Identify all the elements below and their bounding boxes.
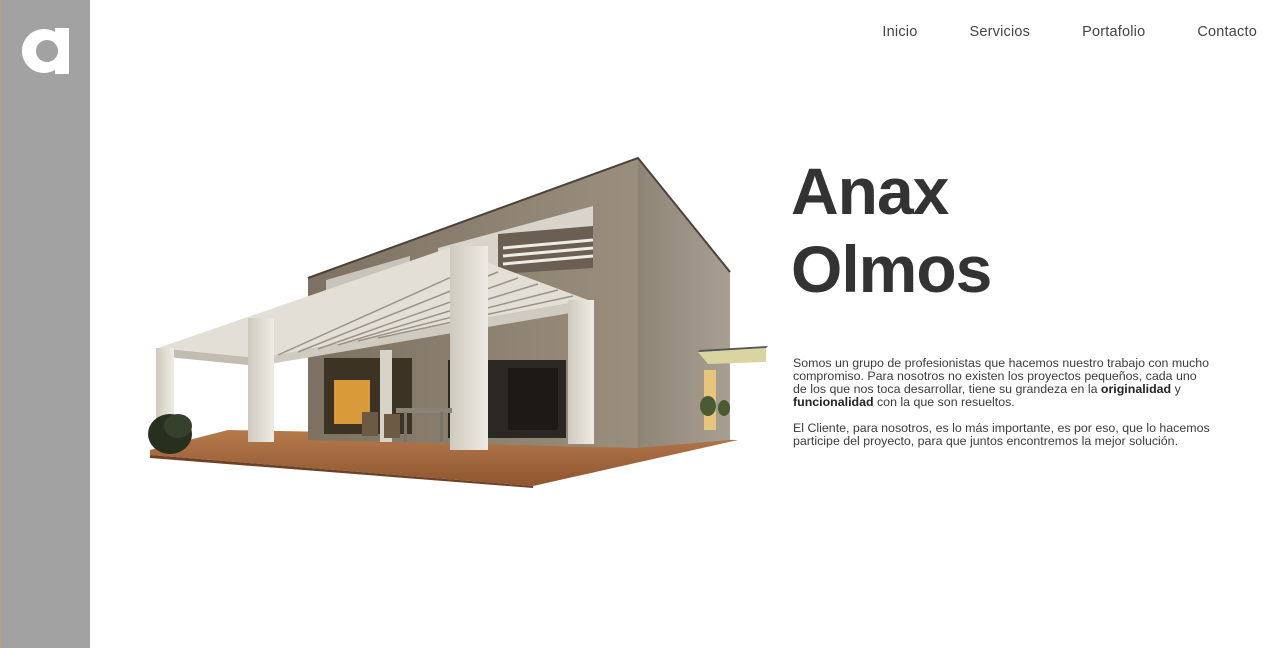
title-line-1: Anax [791,154,949,228]
nav-contacto[interactable]: Contacto [1197,22,1257,42]
intro-text: Somos un grupo de profesionistas que hac… [793,357,1213,461]
nav-portafolio[interactable]: Portafolio [1082,22,1145,42]
nav-servicios[interactable]: Servicios [969,22,1030,42]
page-title: Anax Olmos [791,152,992,308]
intro-p1-bold-funcionalidad: funcionalidad [793,395,874,409]
intro-p1-mid: y [1171,382,1181,396]
intro-p1-bold-originalidad: originalidad [1100,382,1172,396]
intro-p1-end: con la que son resueltos. [873,395,1015,409]
main-nav: Inicio Servicios Portafolio Contacto [882,22,1257,42]
intro-paragraph-1: Somos un grupo de profesionistas que hac… [793,357,1213,409]
brand-logo[interactable] [19,24,75,78]
house-illustration [148,150,770,495]
title-line-2: Olmos [791,232,992,306]
page: Inicio Servicios Portafolio Contacto Ana… [0,0,1280,648]
intro-paragraph-2: El Cliente, para nosotros, es lo más imp… [793,421,1210,448]
nav-inicio[interactable]: Inicio [882,22,917,42]
sidebar [0,0,90,648]
logo-a-icon [21,28,69,74]
